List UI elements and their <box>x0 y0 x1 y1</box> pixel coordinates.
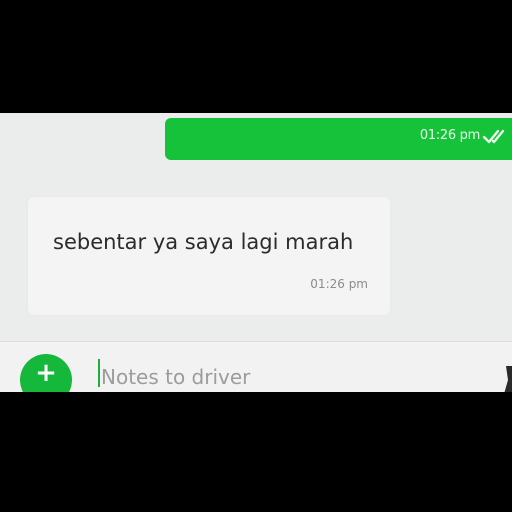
notes-to-driver-input[interactable] <box>97 360 481 392</box>
message-list[interactable]: 01:26 pm sebentar ya saya lagi marah 01:… <box>0 113 512 343</box>
add-attachment-button[interactable]: + <box>20 354 72 392</box>
incoming-message-bubble[interactable]: sebentar ya saya lagi marah 01:26 pm <box>28 197 390 315</box>
outgoing-message-time: 01:26 pm <box>419 128 480 143</box>
incoming-message-text: sebentar ya saya lagi marah <box>53 230 354 254</box>
send-icon[interactable] <box>502 366 512 392</box>
message-composer: + <box>0 341 512 392</box>
double-check-icon <box>482 129 505 144</box>
chat-screen: 01:26 pm sebentar ya saya lagi marah 01:… <box>0 113 512 392</box>
incoming-message-time: 01:26 pm <box>310 277 368 291</box>
outgoing-message-bubble[interactable]: 01:26 pm <box>165 118 512 160</box>
device-frame: 01:26 pm sebentar ya saya lagi marah 01:… <box>0 0 512 512</box>
plus-icon: + <box>35 358 57 388</box>
